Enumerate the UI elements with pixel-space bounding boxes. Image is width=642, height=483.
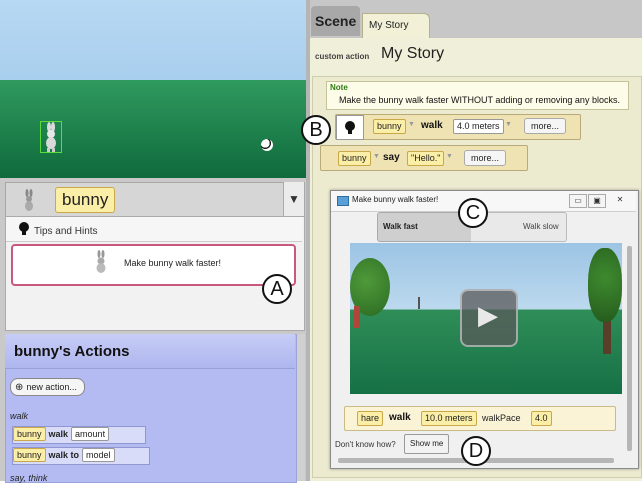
walk-object-chip[interactable]: bunny: [373, 119, 406, 134]
selected-object-name[interactable]: bunny: [55, 187, 116, 213]
window-app-icon: [337, 196, 349, 206]
procedure-param-chip: amount: [71, 427, 110, 441]
popup-title: Make bunny walk faster!: [352, 195, 439, 204]
play-icon: ▶: [478, 300, 498, 330]
chevron-down-icon[interactable]: ▼: [446, 153, 453, 160]
maximize-icon[interactable]: ▣: [588, 194, 606, 208]
say-object-chip[interactable]: bunny: [338, 151, 371, 166]
say-keyword: say: [383, 152, 400, 163]
note-title: Note: [330, 83, 348, 92]
bunny-sprite-icon[interactable]: [40, 121, 62, 153]
procedure-param-chip: model: [82, 448, 115, 462]
walk-keyword: walk: [421, 120, 443, 131]
demo-walk-statement: [344, 406, 616, 431]
say-more-button[interactable]: more...: [464, 150, 507, 166]
tab-scene[interactable]: Scene: [311, 6, 361, 36]
bunny-icon: [22, 189, 36, 216]
procedure-walk[interactable]: bunny walk amount: [12, 426, 146, 444]
plus-icon: ⊕: [15, 382, 24, 393]
chevron-down-icon[interactable]: ▼: [505, 121, 512, 128]
custom-action-label: custom action: [315, 52, 370, 61]
callout-marker-a: A: [262, 274, 292, 304]
chevron-down-icon[interactable]: ▼: [283, 182, 304, 218]
popup-vertical-scrollbar[interactable]: [627, 246, 632, 451]
walk-fast-label: Walk fast: [383, 222, 418, 231]
demo-param-value: 4.0: [531, 411, 552, 426]
callout-marker-c: C: [458, 198, 488, 228]
note-text: Make the bunny walk faster WITHOUT addin…: [339, 95, 620, 105]
actions-scrollbar[interactable]: [297, 334, 305, 481]
lightbulb-icon: [18, 221, 30, 240]
lamp-post-image: [418, 297, 420, 309]
demo-walk-keyword: walk: [389, 412, 411, 423]
actions-title: bunny's Actions: [14, 343, 130, 360]
category-walk: walk: [10, 411, 29, 421]
chevron-down-icon[interactable]: ▼: [408, 121, 415, 128]
procedure-walk-to[interactable]: bunny walk to model: [12, 447, 150, 465]
category-say-think: say, think: [10, 473, 48, 483]
new-action-button[interactable]: ⊕ new action...: [10, 378, 85, 396]
demo-distance-chip: 10.0 meters: [421, 411, 477, 426]
minimize-icon[interactable]: ▭: [569, 194, 587, 208]
object-selector[interactable]: [5, 182, 305, 218]
callout-marker-d: D: [461, 436, 491, 466]
lightbulb-icon[interactable]: [336, 115, 364, 140]
procedure-verb: walk to: [48, 449, 80, 460]
new-action-label: new action...: [26, 382, 77, 392]
custom-action-name: My Story: [381, 45, 445, 62]
show-me-button[interactable]: Show me: [404, 434, 450, 454]
procedure-object-chip: bunny: [13, 448, 46, 462]
callout-marker-b: B: [301, 115, 331, 145]
hint-text: Make bunny walk faster!: [124, 258, 222, 268]
procedure-object-chip: bunny: [13, 427, 46, 441]
soccer-ball-icon[interactable]: [261, 139, 273, 151]
close-icon[interactable]: ✕: [612, 194, 628, 206]
walk-slow-label: Walk slow: [523, 222, 559, 231]
tips-title: Tips and Hints: [34, 226, 98, 237]
chevron-down-icon[interactable]: ▼: [373, 153, 380, 160]
hare-figure-image: [354, 306, 360, 328]
demo-param-name: walkPace: [482, 413, 521, 423]
walk-distance-chip[interactable]: 4.0 meters: [453, 119, 504, 134]
say-text-chip[interactable]: "Hello.": [407, 151, 445, 166]
dont-know-how-label: Don't know how?: [335, 440, 396, 449]
tab-my-story[interactable]: My Story: [362, 13, 430, 38]
bunny-icon: [93, 250, 109, 280]
walk-more-button[interactable]: more...: [524, 118, 567, 134]
demo-object-chip: hare: [357, 411, 384, 426]
procedure-verb: walk: [48, 428, 69, 439]
tree-image: [588, 248, 622, 322]
